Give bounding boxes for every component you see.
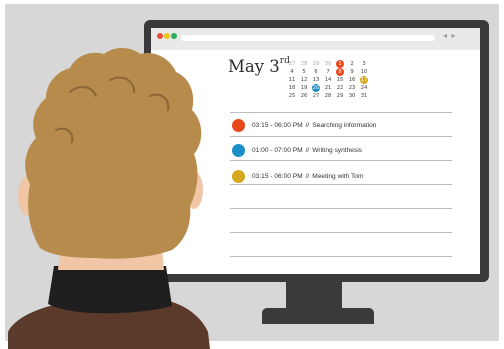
calendar-day-number: 17 <box>360 77 368 83</box>
sweater <box>48 266 172 314</box>
calendar-day-number: 1 <box>338 61 342 67</box>
person-illustration <box>8 48 210 349</box>
calendar-day-number: 8 <box>338 69 342 75</box>
calendar-day-number: 20 <box>312 85 320 91</box>
illustration: ◂ ▸ May 3rd 27 28 29 30 1 2 3 4 5 6 7 8 9 10 11 12 13 14 1… <box>0 0 504 349</box>
